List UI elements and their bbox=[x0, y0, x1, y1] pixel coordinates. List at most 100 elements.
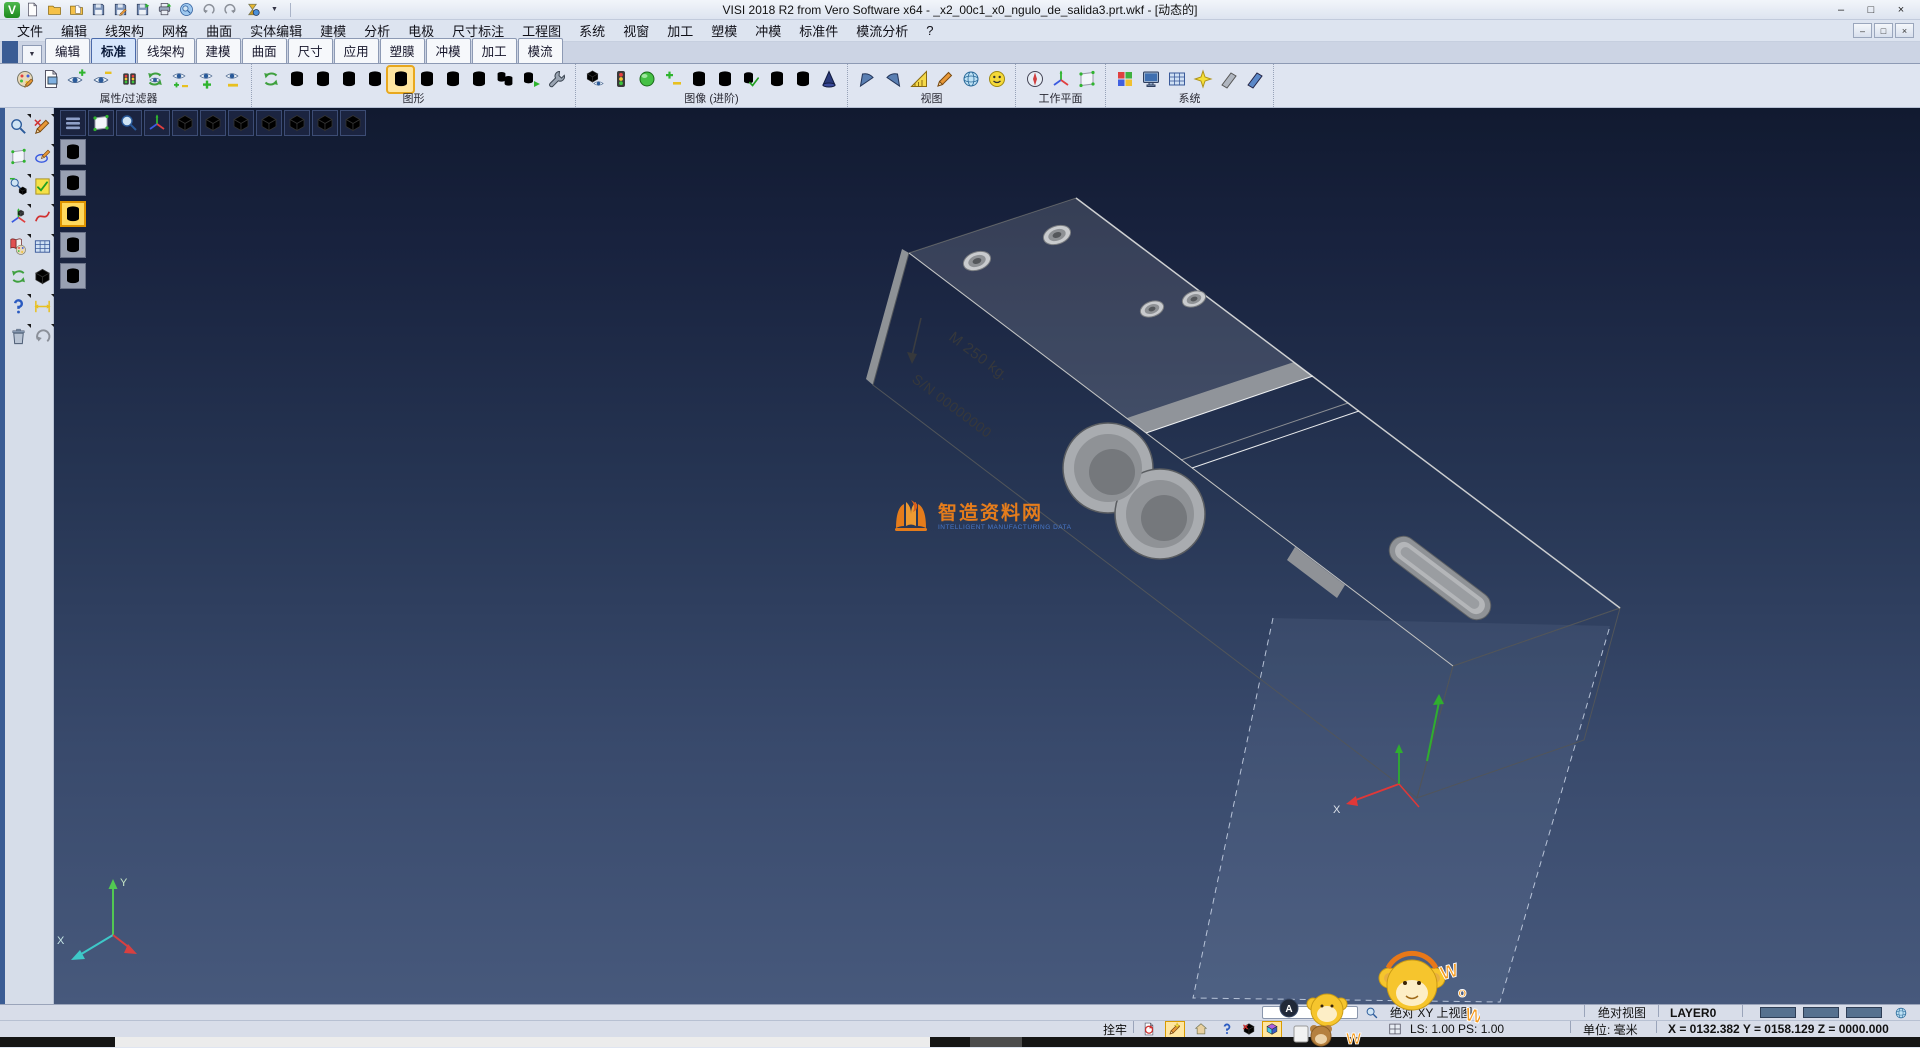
maximize-button[interactable]: □ bbox=[1856, 1, 1886, 18]
menu-item-system[interactable]: 系统 bbox=[570, 19, 614, 42]
render-sphere-icon[interactable] bbox=[634, 67, 659, 92]
highlight-wand-icon[interactable] bbox=[1166, 1022, 1184, 1037]
globe-status-icon[interactable] bbox=[1892, 1005, 1910, 1020]
cube-front-view-icon[interactable] bbox=[312, 110, 338, 136]
hide-entities-icon[interactable] bbox=[90, 67, 115, 92]
print-button[interactable] bbox=[155, 1, 174, 18]
advanced-filter-icon[interactable] bbox=[608, 67, 633, 92]
menu-item-progress[interactable]: 冲模 bbox=[746, 19, 790, 42]
globe-icon[interactable] bbox=[958, 67, 983, 92]
minimize-button[interactable]: – bbox=[1826, 1, 1856, 18]
ucs-triad-icon[interactable] bbox=[8, 206, 29, 227]
white-cylinder-icon[interactable] bbox=[712, 67, 737, 92]
child-restore-button[interactable]: □ bbox=[1874, 23, 1893, 38]
confirm-check-icon[interactable] bbox=[32, 176, 53, 197]
save-button[interactable] bbox=[89, 1, 108, 18]
child-minimize-button[interactable]: – bbox=[1853, 23, 1872, 38]
smiley-icon[interactable] bbox=[984, 67, 1009, 92]
menu-item-help[interactable]: ? bbox=[917, 21, 942, 40]
tab-surface[interactable]: 曲面 bbox=[242, 38, 287, 63]
redo-button[interactable] bbox=[221, 1, 240, 18]
shaded-cylinder-icon[interactable] bbox=[686, 67, 711, 92]
image-capture-icon[interactable] bbox=[38, 67, 63, 92]
navy-cone-icon[interactable] bbox=[816, 67, 841, 92]
cube-iso-view-icon[interactable] bbox=[340, 110, 366, 136]
layer-color-swatch-3[interactable] bbox=[1846, 1007, 1882, 1018]
flat-mode-icon[interactable] bbox=[60, 232, 86, 258]
tab-machining[interactable]: 加工 bbox=[472, 38, 517, 63]
transparent-cylinder-icon[interactable] bbox=[764, 67, 789, 92]
layer-palette-icon[interactable] bbox=[8, 236, 29, 257]
zoom-scale-icon[interactable] bbox=[8, 176, 29, 197]
grid-plane-icon[interactable] bbox=[1164, 67, 1189, 92]
tab-mould[interactable]: 塑膜 bbox=[380, 38, 425, 63]
layer-label[interactable]: LAYER0 bbox=[1670, 1005, 1716, 1020]
shaded-edges-view-icon[interactable] bbox=[388, 67, 413, 92]
cube-right-view-icon[interactable] bbox=[228, 110, 254, 136]
view-menu-icon[interactable] bbox=[60, 110, 86, 136]
flat-view-icon[interactable] bbox=[440, 67, 465, 92]
help-question-icon[interactable] bbox=[8, 296, 29, 317]
tab-dropdown-button[interactable]: ▼ bbox=[22, 45, 42, 63]
toggle-visibility-icon[interactable] bbox=[168, 67, 193, 92]
qat-dropdown-button[interactable]: ▼ bbox=[265, 1, 284, 18]
hidden-line-view-icon[interactable] bbox=[310, 67, 335, 92]
shaded-mode-icon[interactable] bbox=[60, 201, 86, 227]
dynamic-view-icon[interactable] bbox=[582, 67, 607, 92]
layer-color-swatch-1[interactable] bbox=[1760, 1007, 1796, 1018]
layer-color-swatch-2[interactable] bbox=[1803, 1007, 1839, 1018]
cube-top-view-icon[interactable] bbox=[172, 110, 198, 136]
print-preview-button[interactable] bbox=[177, 1, 196, 18]
triad-icon[interactable] bbox=[1048, 67, 1073, 92]
view-type-label[interactable]: 绝对视图 bbox=[1598, 1005, 1646, 1020]
menu-item-machining[interactable]: 加工 bbox=[658, 19, 702, 42]
package-icon[interactable] bbox=[1240, 1022, 1258, 1037]
menu-item-standard-parts[interactable]: 标准件 bbox=[790, 19, 847, 42]
tab-application[interactable]: 应用 bbox=[334, 38, 379, 63]
plane-icon[interactable] bbox=[1074, 67, 1099, 92]
pencil-icon[interactable] bbox=[932, 67, 957, 92]
cube-wireframe-view-icon[interactable] bbox=[200, 110, 226, 136]
fan-view-icon[interactable] bbox=[854, 67, 879, 92]
help-status-icon[interactable] bbox=[1218, 1022, 1236, 1037]
undo-button[interactable] bbox=[199, 1, 218, 18]
menu-item-flow-analysis[interactable]: 模流分析 bbox=[847, 19, 917, 42]
measure-distance-icon[interactable] bbox=[32, 296, 53, 317]
tab-wireframe[interactable]: 线架构 bbox=[137, 38, 195, 63]
show-entities-icon[interactable] bbox=[64, 67, 89, 92]
frame-select-icon[interactable] bbox=[8, 146, 29, 167]
erase-pencil-icon[interactable] bbox=[32, 116, 53, 137]
cube-back-view-icon[interactable] bbox=[284, 110, 310, 136]
menu-item-mould[interactable]: 塑模 bbox=[702, 19, 746, 42]
axis-view-icon[interactable] bbox=[144, 110, 170, 136]
fan-view2-icon[interactable] bbox=[880, 67, 905, 92]
hatched-view-icon[interactable] bbox=[466, 67, 491, 92]
wireframe-mode-icon[interactable] bbox=[60, 139, 86, 165]
save-as-button[interactable] bbox=[111, 1, 130, 18]
compass-icon[interactable] bbox=[1022, 67, 1047, 92]
ramp-blue-icon[interactable] bbox=[1242, 67, 1267, 92]
redraw-eye-icon[interactable] bbox=[142, 67, 167, 92]
hatched-mode-icon[interactable] bbox=[60, 263, 86, 289]
dashed-hidden-view-icon[interactable] bbox=[336, 67, 361, 92]
taskbar-segment[interactable] bbox=[115, 1037, 930, 1047]
undo-arrow-icon[interactable] bbox=[32, 326, 53, 347]
plus-minus-icon[interactable] bbox=[660, 67, 685, 92]
graphics-options-icon[interactable] bbox=[544, 67, 569, 92]
zoom-select-icon[interactable] bbox=[8, 116, 29, 137]
tab-standard[interactable]: 标准 bbox=[91, 38, 136, 63]
monitor-icon[interactable] bbox=[1138, 67, 1163, 92]
compare-view-icon[interactable] bbox=[492, 67, 517, 92]
import-file-button[interactable] bbox=[67, 1, 86, 18]
close-button[interactable]: × bbox=[1886, 1, 1916, 18]
library-house-icon[interactable] bbox=[1192, 1022, 1210, 1037]
shaded-view-icon[interactable] bbox=[362, 67, 387, 92]
ruler-icon[interactable] bbox=[906, 67, 931, 92]
solid-cube-icon[interactable] bbox=[32, 266, 53, 287]
spline-icon[interactable] bbox=[32, 206, 53, 227]
sketch-curve-icon[interactable] bbox=[32, 146, 53, 167]
history-button[interactable] bbox=[243, 1, 262, 18]
child-close-button[interactable]: × bbox=[1895, 23, 1914, 38]
verify-cylinder-icon[interactable] bbox=[738, 67, 763, 92]
hide-more-icon[interactable] bbox=[220, 67, 245, 92]
